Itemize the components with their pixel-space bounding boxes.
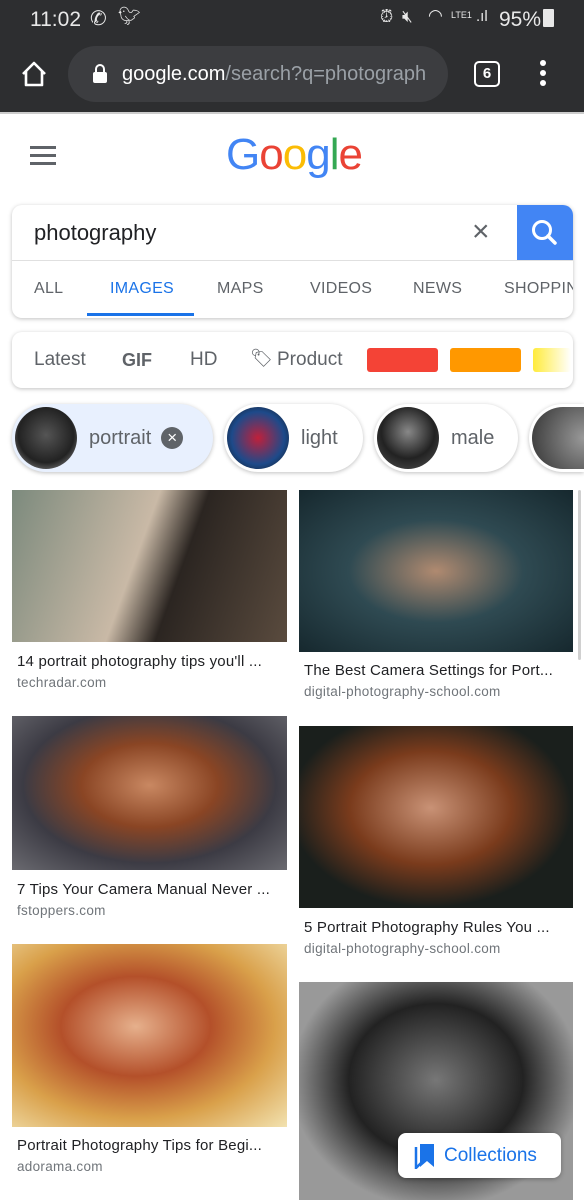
chip-label: male	[451, 426, 495, 449]
chip-male[interactable]: male	[374, 404, 518, 472]
tab-switcher-button[interactable]: 6	[474, 61, 500, 87]
chip-avatar	[377, 407, 439, 469]
collections-button[interactable]: Collections	[398, 1133, 561, 1178]
filter-product[interactable]: Product	[277, 349, 342, 371]
active-tab-indicator	[87, 313, 194, 316]
search-icon	[532, 220, 557, 245]
collections-label: Collections	[444, 1144, 537, 1166]
filter-bar: Latest GIF HD 🏷︎ Product	[12, 332, 573, 388]
whatsapp-icon: ✆	[90, 8, 107, 30]
search-card: photography × ALL IMAGES MAPS VIDEOS NEW…	[12, 205, 573, 318]
search-input[interactable]: photography	[34, 220, 156, 246]
result-source: fstoppers.com	[17, 903, 106, 918]
network-label: LTE1	[451, 10, 472, 20]
filter-gif[interactable]: GIF	[122, 350, 152, 371]
tab-news[interactable]: NEWS	[413, 280, 462, 298]
result-source: techradar.com	[17, 675, 107, 690]
scrollbar[interactable]	[578, 490, 581, 660]
result-image[interactable]	[12, 944, 287, 1127]
tab-videos[interactable]: VIDEOS	[310, 280, 372, 298]
status-bar: 11:02 ✆ 🐦︎ ⏰︎ 🔇︎ ◠ LTE1 .ıl 95%	[0, 0, 584, 44]
chip-light[interactable]: light	[224, 404, 363, 472]
color-filter-yellow[interactable]	[533, 348, 571, 372]
mute-icon: 🔇︎	[402, 7, 413, 26]
result-image[interactable]	[299, 490, 573, 652]
remove-chip-icon[interactable]: ×	[161, 427, 184, 449]
twitter-icon: 🐦︎	[118, 6, 141, 26]
color-filter-orange[interactable]	[450, 348, 521, 372]
result-source: digital-photography-school.com	[304, 941, 501, 956]
battery-icon	[543, 9, 554, 27]
alarm-icon: ⏰︎	[380, 7, 394, 26]
result-title[interactable]: 7 Tips Your Camera Manual Never ...	[17, 881, 287, 898]
chip-avatar	[15, 407, 77, 469]
result-image[interactable]	[12, 490, 287, 642]
result-source: adorama.com	[17, 1159, 103, 1174]
chip-avatar	[227, 407, 289, 469]
tab-all[interactable]: ALL	[34, 280, 63, 298]
filter-latest[interactable]: Latest	[34, 349, 86, 371]
bookmark-icon	[414, 1143, 434, 1169]
filter-hd[interactable]: HD	[190, 349, 217, 371]
result-title[interactable]: 14 portrait photography tips you'll ...	[17, 653, 287, 670]
result-image[interactable]	[12, 716, 287, 870]
result-source: digital-photography-school.com	[304, 684, 501, 699]
tab-images[interactable]: IMAGES	[110, 280, 174, 298]
clock: 11:02	[30, 8, 81, 31]
browser-toolbar: google.com/search?q=photograph 6	[0, 44, 584, 114]
chip-avatar	[532, 407, 584, 469]
address-bar[interactable]: google.com/search?q=photograph	[68, 46, 448, 102]
chip-more[interactable]	[529, 404, 584, 472]
wifi-icon: ◠	[428, 6, 443, 25]
home-icon[interactable]	[20, 60, 48, 88]
battery-level: 95%	[499, 8, 542, 31]
tab-maps[interactable]: MAPS	[217, 280, 264, 298]
result-title[interactable]: 5 Portrait Photography Rules You ...	[304, 919, 574, 936]
search-button[interactable]	[517, 205, 573, 260]
lock-icon	[93, 64, 107, 83]
url-path: /search?q=photograph	[225, 62, 427, 85]
search-tabs: ALL IMAGES MAPS VIDEOS NEWS SHOPPING	[12, 260, 573, 318]
signal-icon: .ıl	[476, 8, 488, 25]
color-filter-red[interactable]	[367, 348, 438, 372]
google-logo[interactable]: Google	[226, 130, 363, 180]
result-title[interactable]: Portrait Photography Tips for Begi...	[17, 1137, 287, 1154]
hamburger-menu-icon[interactable]	[30, 146, 56, 165]
url-host: google.com	[122, 62, 226, 85]
tag-icon: 🏷︎	[250, 348, 273, 368]
menu-icon[interactable]	[540, 60, 546, 86]
chip-label: portrait	[89, 426, 152, 449]
result-image[interactable]	[299, 726, 573, 908]
result-title[interactable]: The Best Camera Settings for Port...	[304, 662, 574, 679]
chip-label: light	[301, 426, 338, 449]
chip-portrait[interactable]: portrait ×	[12, 404, 213, 472]
clear-icon[interactable]: ×	[472, 215, 490, 249]
tab-shopping[interactable]: SHOPPING	[504, 280, 573, 298]
